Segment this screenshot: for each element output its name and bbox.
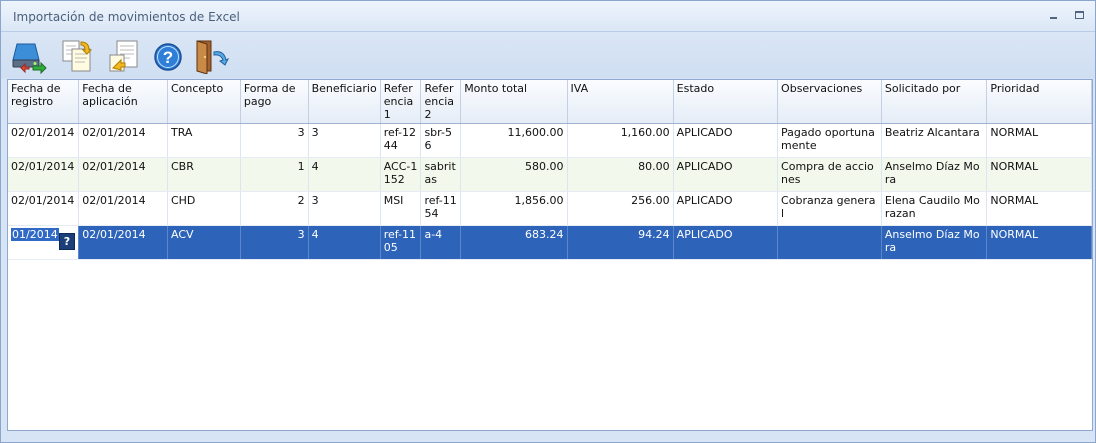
cell-monto-total[interactable]: 1,856.00 <box>460 191 568 226</box>
table-row[interactable]: 02/01/2014 02/01/2014 TRA 3 3 ref-1244 s… <box>8 123 1092 158</box>
cell-editor-fecha-registro[interactable]: 01/2014 ? <box>8 225 80 260</box>
table-row-selected[interactable]: 01/2014 ? 02/01/2014 ACV 3 4 ref-1105 a-… <box>8 225 1092 260</box>
cell-estado[interactable]: APLICADO <box>673 123 779 158</box>
table-row[interactable]: 02/01/2014 02/01/2014 CHD 2 3 MSI ref-11… <box>8 191 1092 226</box>
cell-referencia1[interactable]: MSI <box>380 191 422 226</box>
cell-fecha-aplicacion[interactable]: 02/01/2014 <box>78 191 168 226</box>
column-header[interactable]: Observaciones <box>777 80 882 124</box>
column-header[interactable]: Concepto <box>167 80 241 124</box>
column-header[interactable]: Estado <box>673 80 779 124</box>
header-row: Fecha de registro Fecha de aplicación Co… <box>8 80 1092 124</box>
export-document-icon[interactable] <box>107 38 143 74</box>
cell-editor-text[interactable]: 01/2014 <box>11 228 59 241</box>
title-bar: Importación de movimientos de Excel <box>1 1 1095 32</box>
column-header[interactable]: Referencia1 <box>380 80 422 124</box>
cell-fecha-aplicacion[interactable]: 02/01/2014 <box>78 225 168 260</box>
lookup-help-icon[interactable]: ? <box>59 233 75 250</box>
cell-beneficiario[interactable]: 3 <box>308 123 381 158</box>
import-window: Importación de movimientos de Excel ? Fe… <box>0 0 1096 443</box>
cell-iva[interactable]: 1,160.00 <box>567 123 674 158</box>
svg-text:?: ? <box>163 48 173 67</box>
cell-referencia2[interactable]: sabritas <box>420 157 462 192</box>
cell-referencia1[interactable]: ref-1105 <box>380 225 422 260</box>
column-header[interactable]: Forma de pago <box>240 80 309 124</box>
cell-referencia2[interactable]: a-4 <box>420 225 462 260</box>
cell-forma-pago[interactable]: 2 <box>240 191 309 226</box>
column-header[interactable]: Monto total <box>460 80 568 124</box>
cell-fecha-aplicacion[interactable]: 02/01/2014 <box>78 157 168 192</box>
cell-estado[interactable]: APLICADO <box>673 191 779 226</box>
cell-observaciones[interactable]: Pagado oportunamente <box>777 123 882 158</box>
cell-prioridad[interactable]: NORMAL <box>986 123 1092 158</box>
import-disk-icon[interactable] <box>11 38 47 75</box>
cell-concepto[interactable]: ACV <box>167 225 241 260</box>
cell-observaciones[interactable]: Cobranza general <box>777 191 882 226</box>
cell-forma-pago[interactable]: 3 <box>240 123 309 158</box>
cell-monto-total[interactable]: 580.00 <box>460 157 568 192</box>
minimize-button[interactable] <box>1047 9 1061 21</box>
cell-iva[interactable]: 256.00 <box>567 191 674 226</box>
cell-monto-total[interactable]: 683.24 <box>460 225 568 260</box>
cell-iva[interactable]: 80.00 <box>567 157 674 192</box>
cell-referencia1[interactable]: ACC-1152 <box>380 157 422 192</box>
cell-solicitado-por[interactable]: Anselmo Díaz Mora <box>881 157 988 192</box>
cell-concepto[interactable]: CHD <box>167 191 241 226</box>
cell-solicitado-por[interactable]: Beatriz Alcantara <box>881 123 988 158</box>
cell-concepto[interactable]: CBR <box>167 157 241 192</box>
cell-beneficiario[interactable]: 4 <box>308 157 381 192</box>
cell-prioridad[interactable]: NORMAL <box>986 225 1092 260</box>
cell-referencia2[interactable]: sbr-56 <box>420 123 462 158</box>
cell-prioridad[interactable]: NORMAL <box>986 157 1092 192</box>
cell-observaciones[interactable] <box>777 225 882 260</box>
column-header[interactable]: IVA <box>567 80 674 124</box>
cell-concepto[interactable]: TRA <box>167 123 241 158</box>
cell-estado[interactable]: APLICADO <box>673 157 779 192</box>
column-header[interactable]: Solicitado por <box>881 80 988 124</box>
cell-fecha-registro[interactable]: 02/01/2014 <box>8 191 80 226</box>
cell-referencia1[interactable]: ref-1244 <box>380 123 422 158</box>
cell-monto-total[interactable]: 11,600.00 <box>460 123 568 158</box>
movements-table: Fecha de registro Fecha de aplicación Co… <box>8 80 1092 260</box>
movements-grid[interactable]: Fecha de registro Fecha de aplicación Co… <box>7 79 1093 431</box>
toolbar: ? <box>1 32 1095 78</box>
column-header[interactable]: Beneficiario <box>308 80 381 124</box>
cell-forma-pago[interactable]: 3 <box>240 225 309 260</box>
cell-referencia2[interactable]: ref-1154 <box>420 191 462 226</box>
help-icon[interactable]: ? <box>151 38 187 74</box>
column-header[interactable]: Fecha de aplicación <box>78 80 168 124</box>
cell-solicitado-por[interactable]: Elena Caudilo Morazan <box>881 191 988 226</box>
cell-estado[interactable]: APLICADO <box>673 225 779 260</box>
cell-observaciones[interactable]: Compra de acciones <box>777 157 882 192</box>
exit-door-icon[interactable] <box>193 38 230 75</box>
cell-beneficiario[interactable]: 4 <box>308 225 381 260</box>
table-row[interactable]: 02/01/2014 02/01/2014 CBR 1 4 ACC-1152 s… <box>8 157 1092 192</box>
cell-forma-pago[interactable]: 1 <box>240 157 309 192</box>
cell-fecha-registro[interactable]: 02/01/2014 <box>8 157 80 192</box>
cell-solicitado-por[interactable]: Anselmo Díaz Mora <box>881 225 988 260</box>
column-header[interactable]: Fecha de registro <box>8 80 80 124</box>
copy-documents-icon[interactable] <box>59 38 95 74</box>
window-title: Importación de movimientos de Excel <box>13 10 240 24</box>
cell-beneficiario[interactable]: 3 <box>308 191 381 226</box>
cell-prioridad[interactable]: NORMAL <box>986 191 1092 226</box>
column-header[interactable]: Prioridad <box>986 80 1092 124</box>
maximize-button[interactable] <box>1073 9 1087 21</box>
cell-iva[interactable]: 94.24 <box>567 225 674 260</box>
cell-fecha-registro[interactable]: 02/01/2014 <box>8 123 80 158</box>
cell-fecha-aplicacion[interactable]: 02/01/2014 <box>78 123 168 158</box>
column-header[interactable]: Referencia2 <box>420 80 462 124</box>
